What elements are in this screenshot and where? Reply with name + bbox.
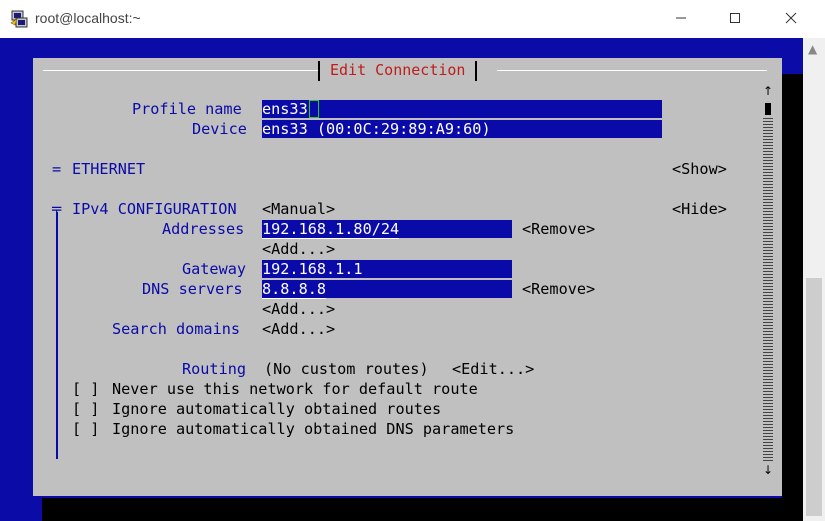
window-title: root@localhost:~ xyxy=(35,10,141,26)
scroll-up-arrow-icon[interactable]: ▲ xyxy=(808,42,817,56)
device-value: ens33 (00:0C:29:89:A9:60) xyxy=(262,120,491,138)
dialog-scroll-down-icon[interactable]: ↓ xyxy=(763,463,773,477)
terminal-shadow-bottom xyxy=(42,498,803,521)
dns-server-value: 8.8.8.8 xyxy=(262,280,327,299)
dialog-title: Edit Connection xyxy=(318,61,478,81)
ethernet-marker: = xyxy=(52,160,62,178)
addresses-label: Addresses xyxy=(162,220,245,238)
never-default-route-label: Never use this network for default route xyxy=(112,380,478,398)
dns-remove-button[interactable]: <Remove> xyxy=(522,279,595,299)
ipv4-mode-dropdown[interactable]: <Manual> xyxy=(262,199,335,219)
dns-server-field[interactable]: 8.8.8.8 xyxy=(262,280,512,299)
putty-app-icon[interactable] xyxy=(9,9,29,29)
device-label: Device xyxy=(192,120,247,138)
profile-name-field[interactable]: ens33 xyxy=(262,100,662,118)
address-remove-button[interactable]: <Remove> xyxy=(522,219,595,239)
search-domains-label: Search domains xyxy=(112,320,241,338)
minimize-button[interactable] xyxy=(658,4,704,32)
dialog-border-top-right xyxy=(497,70,767,71)
ipv4-section-bar xyxy=(56,212,58,459)
gateway-field[interactable]: 192.168.1.1 xyxy=(262,260,512,278)
address-add-button[interactable]: <Add...> xyxy=(262,239,335,259)
minimize-icon xyxy=(676,17,686,19)
ethernet-section-label: ETHERNET xyxy=(72,160,146,178)
maximize-icon xyxy=(730,13,740,23)
dialog-scroll-track[interactable] xyxy=(763,118,773,462)
window-titlebar: root@localhost:~ xyxy=(0,0,825,38)
ignore-routes-label: Ignore automatically obtained routes xyxy=(112,400,442,418)
scrollbar-thumb[interactable] xyxy=(806,278,822,516)
close-icon xyxy=(785,12,797,24)
close-button[interactable] xyxy=(768,4,814,32)
address-value: 192.168.1.80/24 xyxy=(262,220,400,239)
ipv4-section-label: IPv4 CONFIGURATION xyxy=(72,200,237,218)
profile-name-value: ens33 xyxy=(262,100,308,118)
ethernet-show-button[interactable]: <Show> xyxy=(672,159,727,179)
dns-add-button[interactable]: <Add...> xyxy=(262,299,335,319)
ipv4-hide-button[interactable]: <Hide> xyxy=(672,199,727,219)
routing-label: Routing xyxy=(182,360,247,378)
dialog-scroll-up-icon[interactable]: ↑ xyxy=(763,84,773,98)
device-field[interactable]: ens33 (00:0C:29:89:A9:60) xyxy=(262,120,662,138)
terminal-shadow-right xyxy=(782,74,803,521)
ignore-dns-checkbox[interactable]: [ ] xyxy=(72,419,99,439)
ignore-dns-label: Ignore automatically obtained DNS parame… xyxy=(112,420,515,438)
search-domain-add-button[interactable]: <Add...> xyxy=(262,319,335,339)
gateway-value: 192.168.1.1 xyxy=(262,260,363,278)
never-default-route-checkbox[interactable]: [ ] xyxy=(72,379,99,399)
dns-servers-label: DNS servers xyxy=(142,280,243,298)
address-field[interactable]: 192.168.1.80/24 xyxy=(262,220,512,239)
dialog-border-top-left xyxy=(43,70,318,71)
maximize-button[interactable] xyxy=(712,4,758,32)
profile-name-label: Profile name xyxy=(132,100,242,118)
window-scrollbar[interactable]: ▲ xyxy=(803,38,825,521)
routing-edit-button[interactable]: <Edit...> xyxy=(452,359,534,379)
text-cursor xyxy=(308,100,319,118)
routing-value: (No custom routes) xyxy=(264,360,429,378)
gateway-label: Gateway xyxy=(182,260,247,278)
dialog-scroll-thumb[interactable] xyxy=(765,103,771,115)
ignore-routes-checkbox[interactable]: [ ] xyxy=(72,399,99,419)
